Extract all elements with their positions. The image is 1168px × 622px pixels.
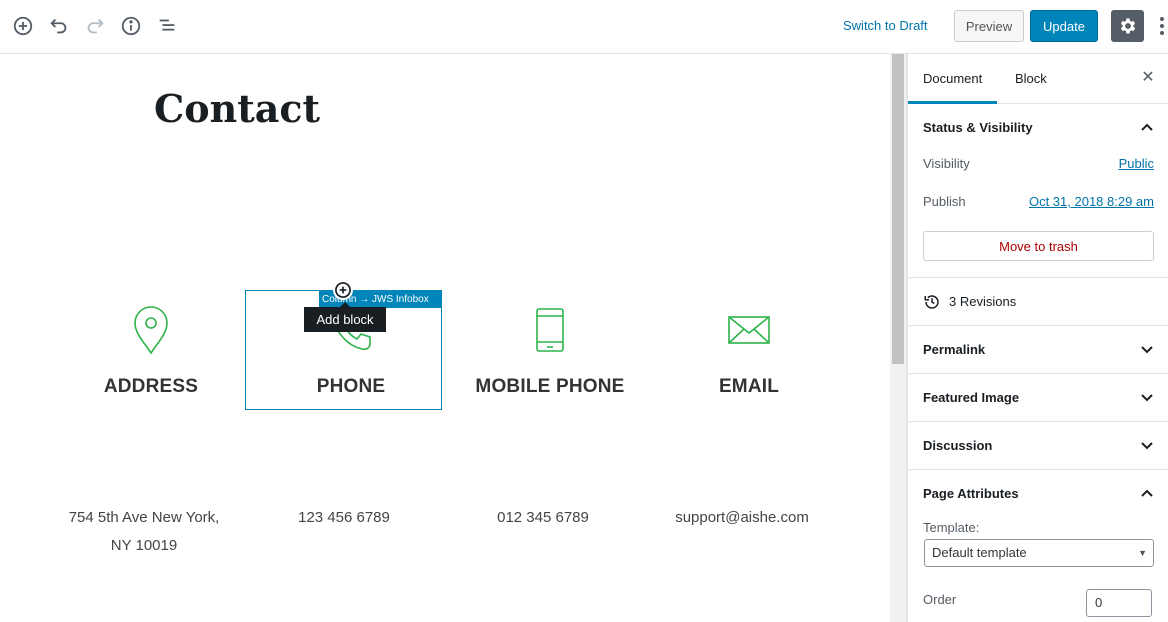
- envelope-icon: [650, 300, 848, 360]
- scrollbar-thumb[interactable]: [892, 54, 904, 364]
- redo-icon[interactable]: [82, 13, 108, 39]
- panel-title: Permalink: [923, 342, 986, 357]
- panel-title: Discussion: [923, 438, 993, 453]
- switch-to-draft-button[interactable]: Switch to Draft: [843, 18, 928, 33]
- update-button[interactable]: Update: [1030, 10, 1098, 42]
- visibility-link[interactable]: Public: [1119, 151, 1154, 177]
- editor-toolbar: Switch to Draft Preview Update: [0, 0, 1168, 54]
- panel-toggle-featured-image[interactable]: Featured Image: [908, 374, 1168, 421]
- infobox-text-mobile[interactable]: 012 345 6789: [443, 504, 643, 532]
- info-icon[interactable]: [118, 13, 144, 39]
- sidebar-tabs: Document Block ✕: [908, 54, 1168, 104]
- infobox-text-email[interactable]: support@aishe.com: [642, 504, 842, 532]
- template-select[interactable]: Default template ▼: [924, 539, 1154, 567]
- more-icon: [1160, 17, 1164, 21]
- infobox-heading: EMAIL: [718, 376, 780, 397]
- tab-block[interactable]: Block: [1015, 54, 1047, 104]
- map-pin-icon: [52, 300, 250, 360]
- chevron-down-icon: [1141, 442, 1153, 450]
- chevron-up-icon: [1141, 123, 1153, 131]
- infobox-address[interactable]: ADDRESS: [52, 300, 250, 398]
- panel-page-attributes: Page Attributes Template: Default templa…: [908, 470, 1168, 622]
- address-line-2: NY 10019: [110, 537, 178, 554]
- panel-title: Page Attributes: [923, 486, 1019, 501]
- order-label: Order: [923, 592, 957, 607]
- page-title[interactable]: Contact: [154, 86, 320, 131]
- panel-featured-image: Featured Image: [908, 374, 1168, 422]
- panel-discussion: Discussion: [908, 422, 1168, 470]
- mobile-number: 012 345 6789: [497, 509, 589, 526]
- infobox-heading: ADDRESS: [103, 376, 199, 397]
- panel-title: Featured Image: [923, 390, 1020, 405]
- publish-row: Publish Oct 31, 2018 8:29 am: [908, 189, 1168, 227]
- select-caret-icon: ▼: [1138, 548, 1147, 558]
- visibility-row: Visibility Public: [908, 151, 1168, 189]
- address-line-1: 754 5th Ave New York,: [68, 509, 220, 526]
- add-block-icon: [335, 282, 351, 298]
- settings-button[interactable]: [1111, 10, 1144, 42]
- template-label: Template:: [923, 520, 980, 535]
- order-row: Order 0: [908, 587, 1168, 622]
- add-block-tooltip: Add block: [304, 302, 386, 332]
- revisions-link[interactable]: 3 Revisions: [908, 278, 1168, 326]
- infobox-mobile-phone[interactable]: MOBILE PHONE: [451, 300, 649, 398]
- panel-toggle-page-attributes[interactable]: Page Attributes: [908, 470, 1168, 517]
- undo-icon[interactable]: [46, 13, 72, 39]
- revisions-icon: [924, 294, 939, 309]
- chevron-up-icon: [1141, 489, 1153, 497]
- editor-scrollbar[interactable]: [890, 54, 907, 622]
- move-to-trash-button[interactable]: Move to trash: [923, 231, 1154, 261]
- chevron-down-icon: [1141, 346, 1153, 354]
- publish-label: Publish: [923, 194, 966, 209]
- panel-toggle-status-visibility[interactable]: Status & Visibility: [908, 104, 1168, 151]
- panel-toggle-discussion[interactable]: Discussion: [908, 422, 1168, 469]
- inline-inserter-button[interactable]: [333, 280, 353, 300]
- gear-icon: [1120, 18, 1135, 34]
- more-options-button[interactable]: [1156, 12, 1168, 40]
- revisions-label: 3 Revisions: [949, 293, 1017, 309]
- order-input[interactable]: 0: [1086, 589, 1152, 617]
- visibility-label: Visibility: [923, 156, 970, 171]
- add-block-icon[interactable]: [10, 13, 36, 39]
- panel-toggle-permalink[interactable]: Permalink: [908, 326, 1168, 373]
- preview-button[interactable]: Preview: [954, 10, 1024, 42]
- panel-permalink: Permalink: [908, 326, 1168, 374]
- editor-canvas: Contact ADDRESS PHONE MOBILE PHONE EMAIL…: [0, 54, 890, 622]
- template-selected-value: Default template: [932, 545, 1027, 560]
- publish-date-link[interactable]: Oct 31, 2018 8:29 am: [1029, 189, 1154, 215]
- panel-status-visibility: Status & Visibility Visibility Public Pu…: [908, 104, 1168, 278]
- chevron-down-icon: [1141, 394, 1153, 402]
- infobox-email[interactable]: EMAIL: [650, 300, 848, 398]
- infobox-heading: MOBILE PHONE: [475, 376, 625, 397]
- infobox-text-phone[interactable]: 123 456 6789: [244, 504, 444, 532]
- panel-title: Status & Visibility: [923, 120, 1033, 135]
- phone-number: 123 456 6789: [298, 509, 390, 526]
- mobile-phone-icon: [451, 300, 649, 360]
- close-icon[interactable]: ✕: [1140, 70, 1156, 86]
- tab-document[interactable]: Document: [908, 54, 998, 104]
- email-address: support@aishe.com: [675, 509, 809, 526]
- outline-icon[interactable]: [154, 13, 180, 39]
- infobox-text-address[interactable]: 754 5th Ave New York, NY 10019: [44, 504, 244, 560]
- settings-sidebar: Document Block ✕ Status & Visibility Vis…: [907, 54, 1168, 622]
